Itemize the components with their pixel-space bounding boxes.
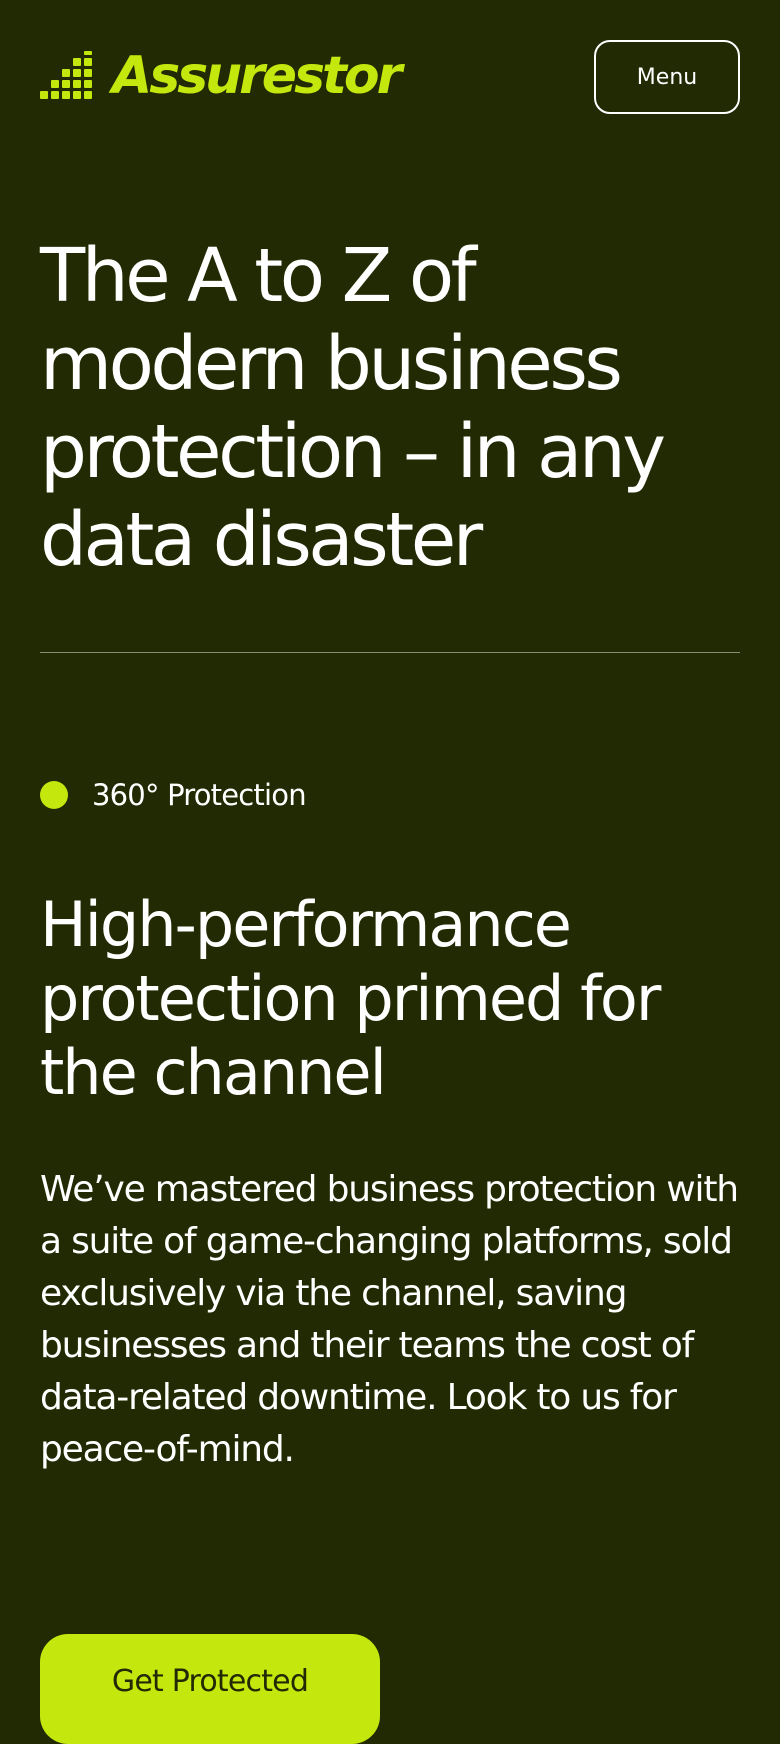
get-protected-button[interactable]: Get Protected	[40, 1634, 380, 1744]
section-body: We’ve mastered business protection with …	[40, 1169, 739, 1470]
logo-text: Assurestor	[112, 46, 402, 106]
hero-title: The A to Z of modern business protection…	[40, 233, 666, 583]
dot-icon	[40, 781, 68, 809]
section-eyebrow: 360° Protection	[40, 778, 307, 812]
logo[interactable]: Assurestor	[40, 46, 402, 106]
eyebrow-label: 360° Protection	[92, 778, 307, 812]
site-header: Assurestor Menu	[40, 40, 740, 114]
logo-icon	[40, 51, 92, 99]
menu-button[interactable]: Menu	[594, 40, 740, 114]
divider	[40, 652, 740, 653]
section-title: High-performance protection primed for t…	[40, 888, 661, 1109]
